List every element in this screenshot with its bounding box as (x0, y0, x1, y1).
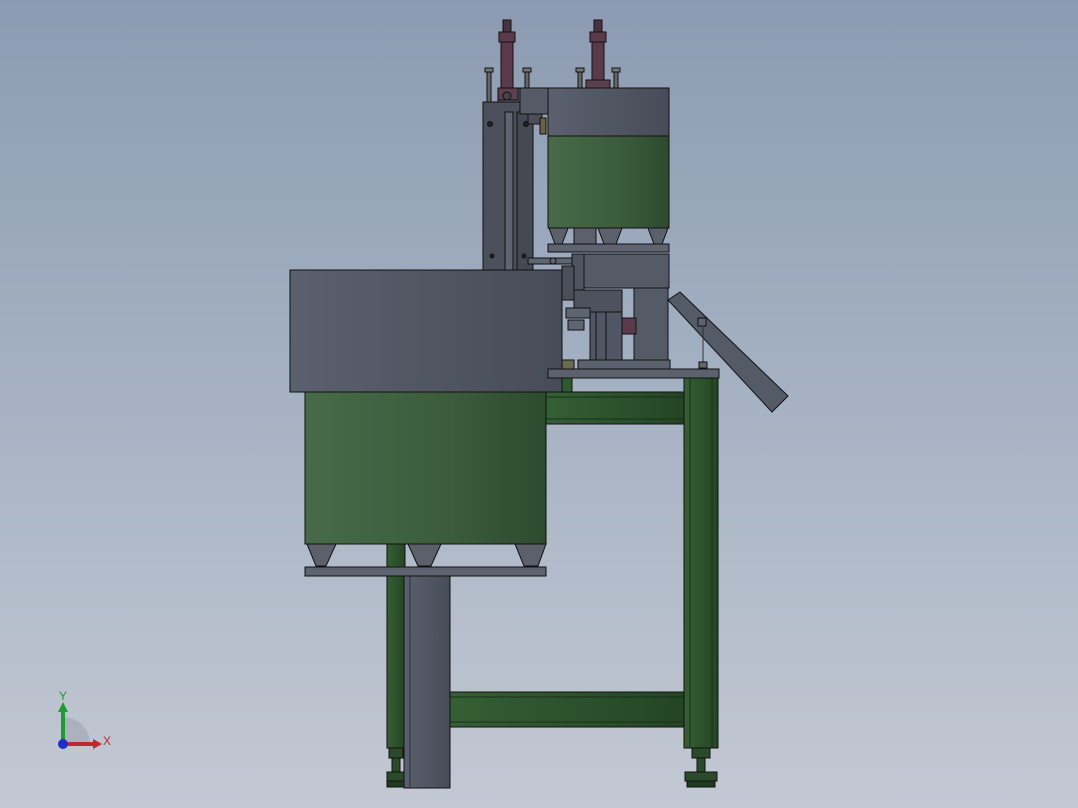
coordinate-triad: Y X (58, 689, 111, 749)
foot-left (388, 747, 404, 759)
z-axis-marker (58, 739, 68, 749)
foot-right (691, 747, 711, 759)
guide-column[interactable] (482, 87, 551, 271)
y-axis-label: Y (59, 689, 67, 703)
pneumatic-cylinder-right[interactable] (575, 19, 621, 89)
cad-viewport[interactable]: Y X (0, 0, 1078, 808)
support-column-left[interactable] (403, 575, 451, 789)
hopper-right[interactable] (547, 87, 670, 253)
x-axis-label: X (103, 734, 111, 748)
cover-box-left[interactable] (289, 269, 563, 393)
triad-arc (63, 717, 90, 744)
frame-leg-right (683, 375, 719, 749)
hopper-left[interactable] (304, 391, 547, 577)
model-view[interactable]: Y X (0, 0, 1078, 808)
